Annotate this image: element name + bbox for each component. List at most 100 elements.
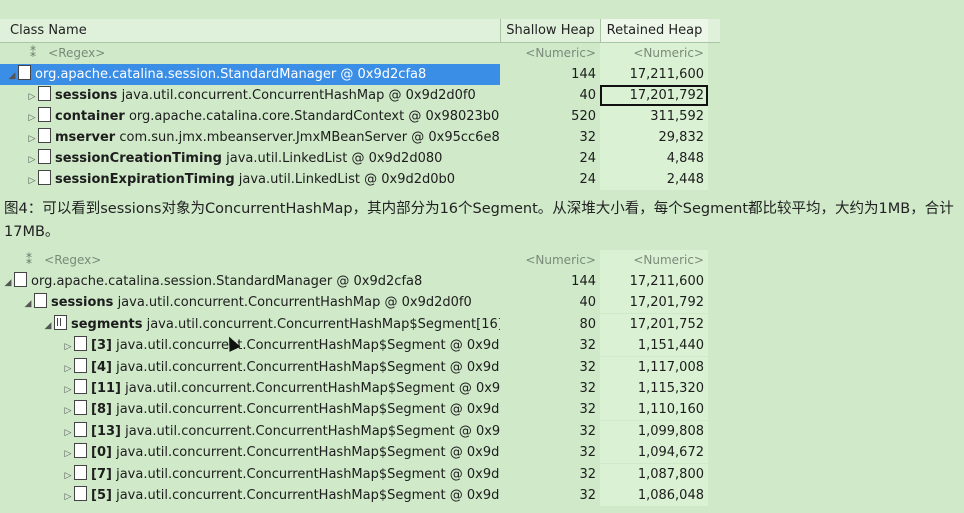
collapse-icon[interactable]: ◢: [22, 294, 34, 313]
class-name-cell[interactable]: ▷ [8] java.util.concurrent.ConcurrentHash…: [0, 399, 500, 420]
object-icon: [74, 421, 87, 437]
retained-heap-cell: 1,117,008: [600, 356, 708, 378]
retained-heap-cell: 17,211,600: [600, 271, 708, 292]
shallow-heap-cell: 24: [579, 151, 596, 166]
object-icon: [38, 107, 51, 122]
retained-heap-cell: 1,094,672: [600, 442, 708, 464]
class-name-cell[interactable]: ▷ [0] java.util.concurrent.ConcurrentHash…: [0, 442, 500, 463]
table-row[interactable]: ▷ [11] java.util.concurrent.ConcurrentHas…: [0, 378, 720, 399]
field-name: [13]: [91, 423, 121, 439]
table-row[interactable]: ▷ sessionExpirationTiming java.util.Linke…: [0, 169, 720, 190]
retained-heap-cell: 17,201,752: [600, 313, 708, 335]
object-icon: [74, 400, 87, 416]
expand-icon[interactable]: ▷: [26, 129, 38, 148]
table-row[interactable]: ▷ mserver com.sun.jmx.mbeanserver.JmxMBea…: [0, 127, 720, 148]
table-row[interactable]: ◢ sessions java.util.concurrent.Concurren…: [0, 292, 720, 314]
field-name: sessionExpirationTiming: [55, 172, 235, 187]
class-name-cell[interactable]: ◢ sessions java.util.concurrent.Concurren…: [0, 292, 500, 313]
retained-filter[interactable]: <Numeric>: [600, 250, 708, 271]
table-row[interactable]: ▷ [5] java.util.concurrent.ConcurrentHash…: [0, 485, 720, 506]
class-name-cell[interactable]: ◢ org.apache.catalina.session.StandardMan…: [0, 64, 500, 85]
class-name-cell[interactable]: ▷ sessionCreationTiming java.util.LinkedL…: [0, 148, 500, 169]
shallow-filter[interactable]: <Numeric>: [500, 250, 600, 271]
expand-icon[interactable]: ▷: [26, 150, 38, 169]
table-row[interactable]: ◢ segments java.util.concurrent.Concurren…: [0, 313, 720, 335]
table-row[interactable]: ▷ [7] java.util.concurrent.ConcurrentHash…: [0, 463, 720, 485]
class-name-cell[interactable]: ▷ container org.apache.catalina.core.Stan…: [0, 106, 500, 127]
shallow-heap-cell: 32: [579, 488, 596, 503]
expand-icon[interactable]: ▷: [26, 171, 38, 190]
class-name-cell[interactable]: ◢ org.apache.catalina.session.StandardMan…: [0, 271, 500, 292]
retained-heap-cell: 29,832: [600, 127, 708, 148]
collapse-icon[interactable]: ◢: [6, 66, 18, 85]
table-row[interactable]: ▷ [3] java.util.concurrent.ConcurrentHash…: [0, 335, 720, 357]
expand-icon[interactable]: ▷: [26, 108, 38, 127]
column-class-name[interactable]: Class Name: [0, 19, 500, 42]
expand-icon[interactable]: ▷: [62, 359, 74, 378]
class-name-cell[interactable]: ▷ [7] java.util.concurrent.ConcurrentHash…: [0, 464, 500, 485]
class-name-cell[interactable]: ▷ mserver com.sun.jmx.mbeanserver.JmxMBea…: [0, 127, 500, 148]
figure-caption: 图4：可以看到sessions对象为ConcurrentHashMap，其内部分…: [4, 201, 954, 240]
class-name-cell[interactable]: ▷ sessions java.util.concurrent.Concurren…: [0, 85, 500, 106]
expand-icon[interactable]: ▷: [62, 380, 74, 399]
object-label: java.util.concurrent.ConcurrentHashMap$S…: [125, 381, 500, 396]
field-name: mserver: [55, 130, 116, 145]
shallow-heap-cell: 80: [579, 316, 596, 332]
column-retained-heap[interactable]: Retained Heap: [600, 19, 708, 42]
class-name-cell[interactable]: ▷ [11] java.util.concurrent.ConcurrentHas…: [0, 378, 500, 399]
class-name-cell[interactable]: ▷ [4] java.util.concurrent.ConcurrentHash…: [0, 357, 500, 378]
retained-heap-cell: 1,099,808: [600, 420, 708, 442]
object-label: org.apache.catalina.session.StandardMana…: [31, 274, 423, 289]
class-name-cell[interactable]: ▷ [3] java.util.concurrent.ConcurrentHash…: [0, 335, 500, 356]
table-row[interactable]: ▷ [8] java.util.concurrent.ConcurrentHash…: [0, 399, 720, 421]
shallow-heap-cell: 32: [579, 130, 596, 145]
object-icon: [38, 128, 51, 143]
shallow-filter[interactable]: <Numeric>: [500, 43, 600, 64]
retained-heap-cell: 17,201,792: [600, 85, 708, 106]
table-row[interactable]: ▷ [4] java.util.concurrent.ConcurrentHash…: [0, 356, 720, 378]
retained-filter[interactable]: <Numeric>: [600, 43, 708, 64]
class-name-cell[interactable]: ▷ [5] java.util.concurrent.ConcurrentHash…: [0, 485, 500, 506]
expand-icon[interactable]: ▷: [62, 444, 74, 463]
object-label: java.util.LinkedList @ 0x9d2d080: [226, 151, 443, 166]
shallow-heap-cell: 40: [579, 88, 596, 103]
object-icon: [34, 293, 47, 309]
object-icon: [74, 464, 87, 480]
expand-icon[interactable]: ▷: [62, 487, 74, 506]
class-name-cell[interactable]: ▷ [13] java.util.concurrent.ConcurrentHas…: [0, 421, 500, 442]
column-shallow-heap[interactable]: Shallow Heap: [500, 19, 600, 42]
table-row[interactable]: ◢ org.apache.catalina.session.StandardMan…: [0, 64, 720, 85]
table-row[interactable]: ▷ [0] java.util.concurrent.ConcurrentHash…: [0, 442, 720, 464]
regex-filter[interactable]: ⁑ <Regex>: [0, 43, 530, 64]
object-icon: [14, 272, 27, 287]
retained-heap-cell: 1,110,160: [600, 399, 708, 421]
field-name: segments: [71, 316, 143, 332]
field-name: [5]: [91, 488, 112, 503]
field-name: sessions: [51, 295, 114, 311]
retained-heap-cell: 4,848: [600, 148, 708, 169]
object-icon: [38, 86, 51, 101]
class-name-cell[interactable]: ▷ sessionExpirationTiming java.util.Linke…: [0, 169, 500, 190]
object-icon: [74, 486, 87, 501]
table-row[interactable]: ▷ [13] java.util.concurrent.ConcurrentHas…: [0, 420, 720, 442]
expand-icon[interactable]: ▷: [62, 423, 74, 442]
collapse-icon[interactable]: ◢: [2, 273, 14, 292]
field-name: [0]: [91, 445, 112, 461]
shallow-heap-cell: 32: [579, 338, 596, 354]
regex-filter[interactable]: ⁑ <Regex>: [0, 250, 526, 271]
table-row[interactable]: ▷ container org.apache.catalina.core.Stan…: [0, 106, 720, 127]
field-name: [11]: [91, 381, 121, 396]
expand-icon[interactable]: ▷: [62, 337, 74, 356]
expand-icon[interactable]: ▷: [62, 466, 74, 485]
field-name: sessionCreationTiming: [55, 151, 222, 166]
object-icon: [38, 149, 51, 164]
class-name-cell[interactable]: ◢ segments java.util.concurrent.Concurren…: [0, 314, 500, 335]
table-row[interactable]: ◢ org.apache.catalina.session.StandardMan…: [0, 271, 720, 292]
collapse-icon[interactable]: ◢: [42, 316, 54, 335]
expand-icon[interactable]: ▷: [26, 87, 38, 106]
table-row[interactable]: ▷ sessions java.util.concurrent.Concurren…: [0, 85, 720, 106]
retained-heap-cell: 311,592: [600, 106, 708, 127]
expand-icon[interactable]: ▷: [62, 401, 74, 420]
table-row[interactable]: ▷ sessionCreationTiming java.util.LinkedL…: [0, 148, 720, 169]
object-icon: [18, 65, 31, 80]
